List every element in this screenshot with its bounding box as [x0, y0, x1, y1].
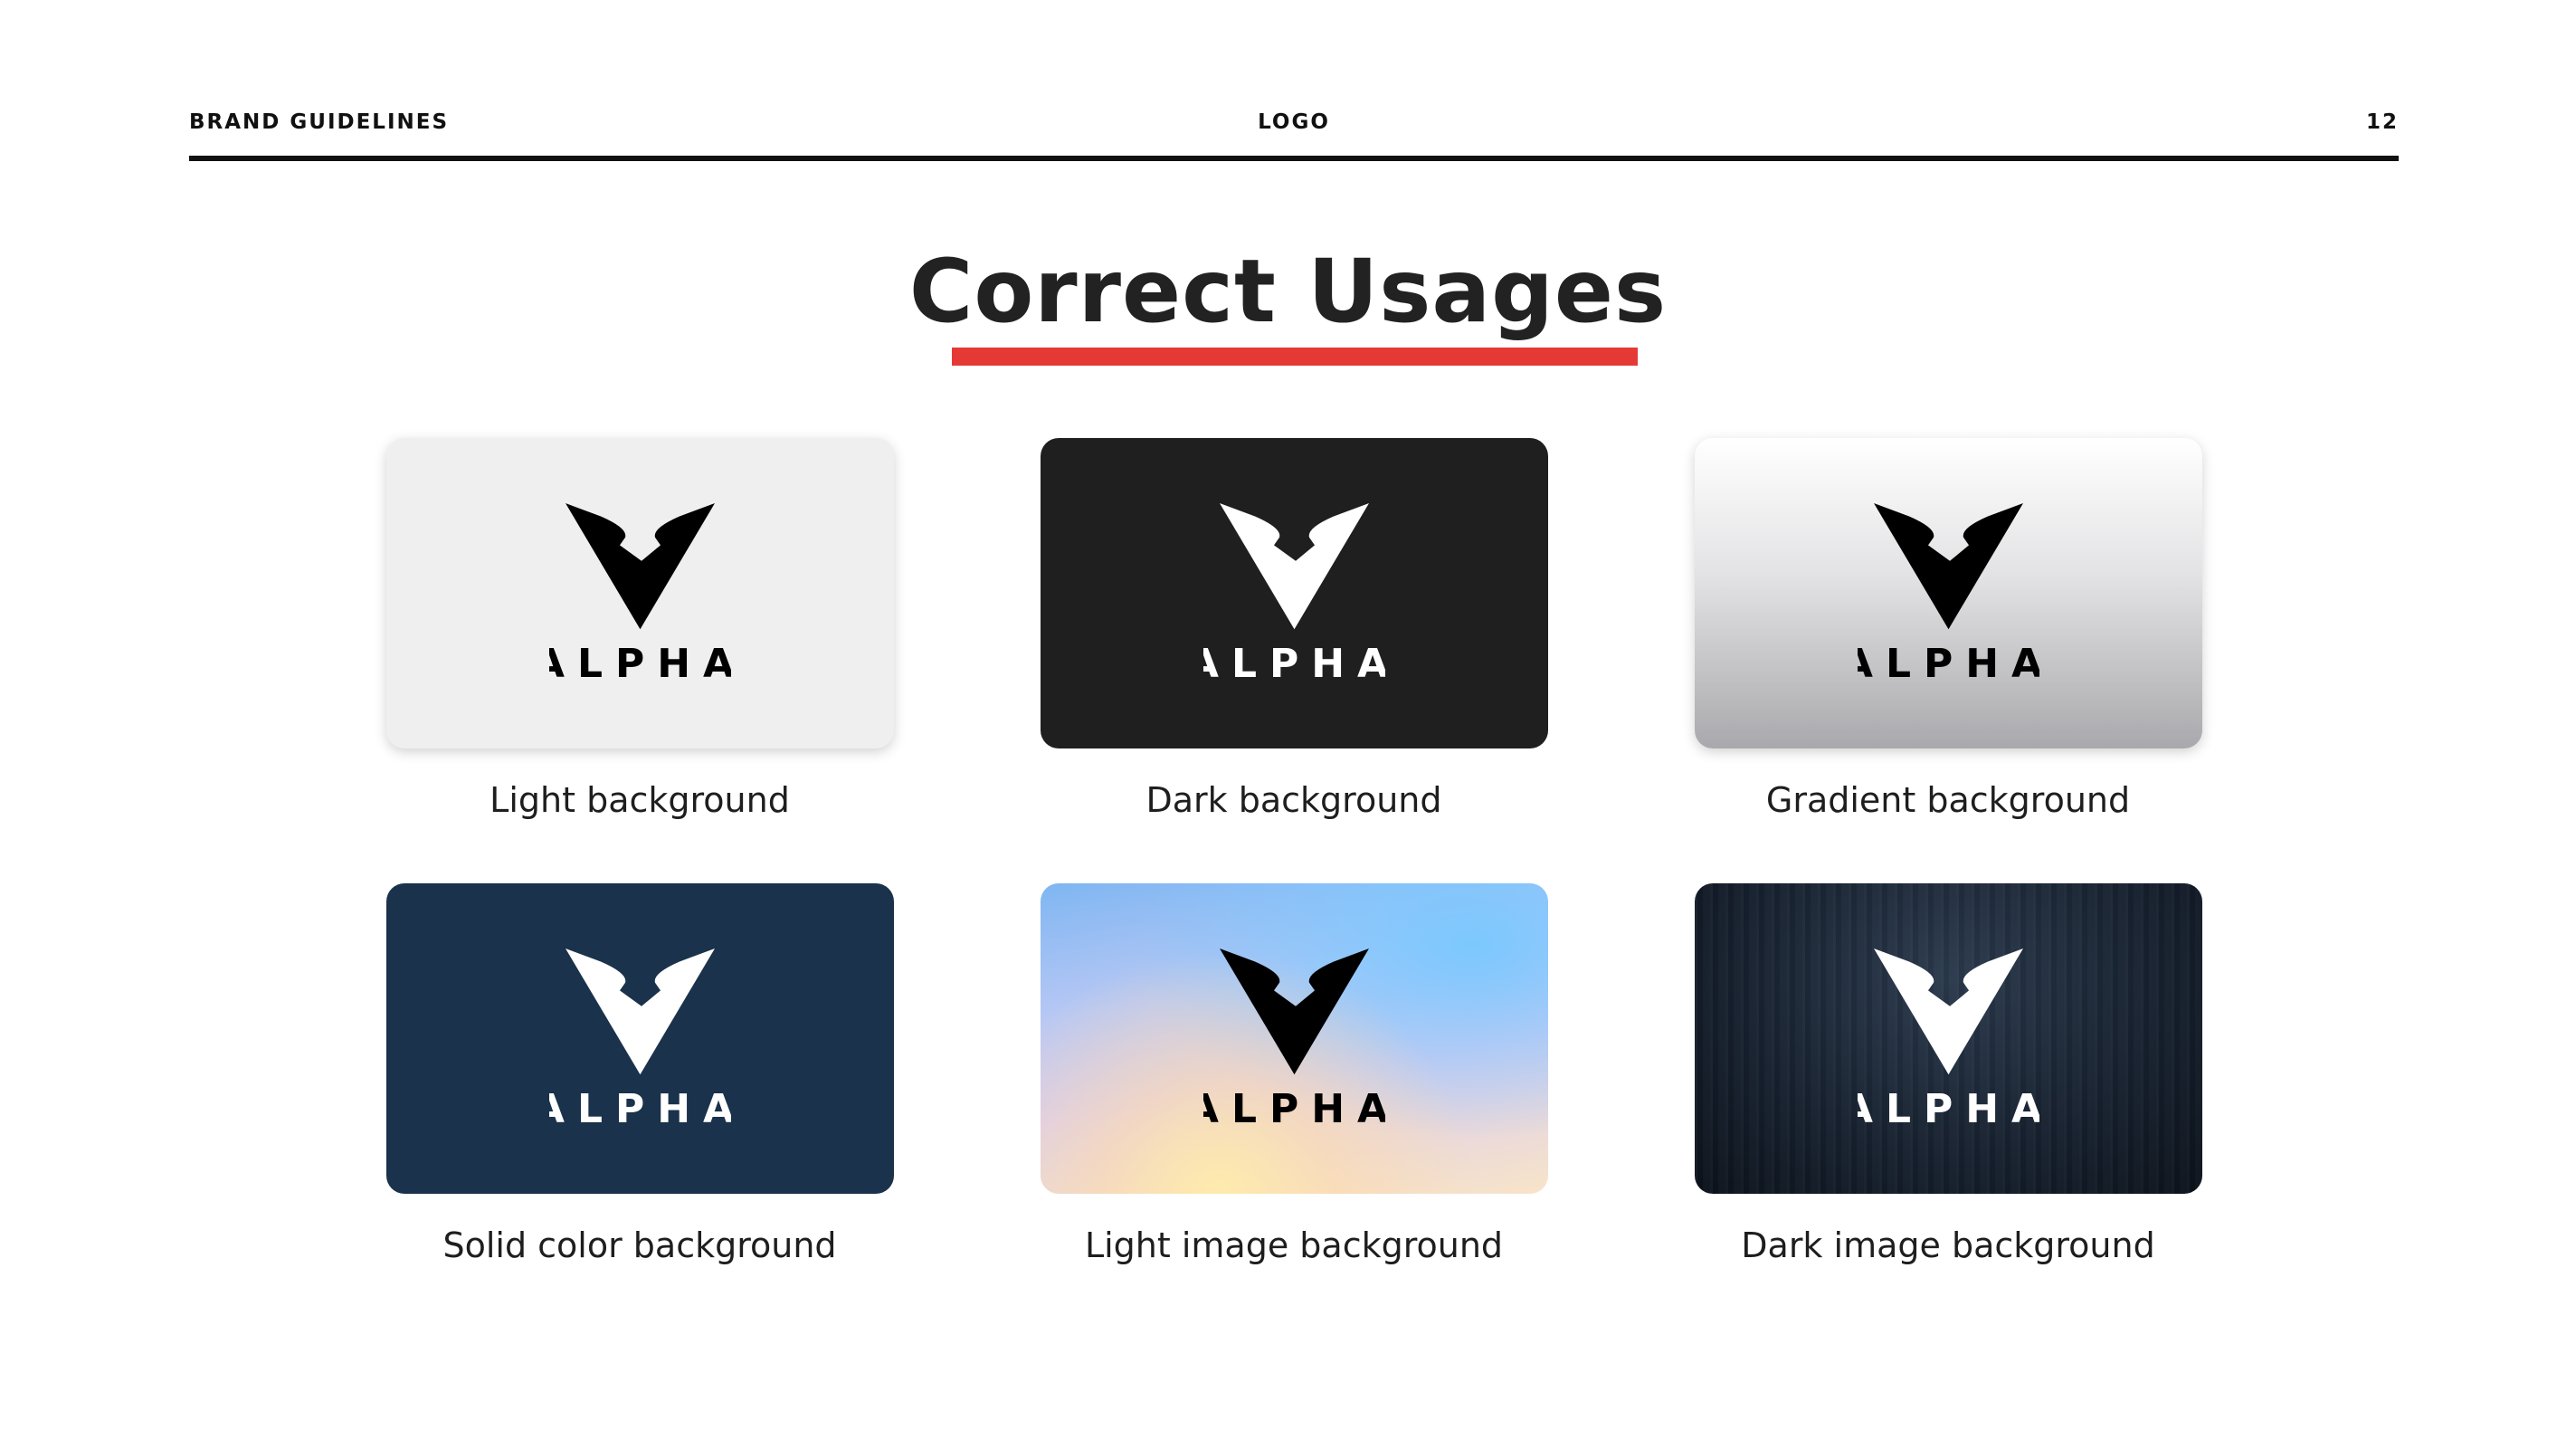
- title-container: Correct Usages: [0, 237, 2576, 346]
- page-header: BRAND GUIDELINES LOGO 12: [189, 105, 2399, 161]
- page-title: Correct Usages: [908, 241, 1668, 342]
- usage-card-gradient: ALPHA: [1695, 438, 2202, 748]
- alpha-v-logo-icon: ALPHA: [549, 503, 731, 684]
- alpha-v-logo-icon: ALPHA: [1203, 503, 1385, 684]
- alpha-v-logo-icon: ALPHA: [549, 949, 731, 1130]
- card-caption: Gradient background: [1765, 780, 2131, 820]
- logo-wordmark: ALPHA: [1203, 641, 1385, 684]
- title-underline: [952, 348, 1638, 366]
- logo-wordmark: ALPHA: [1203, 1086, 1385, 1130]
- logo-wordmark: ALPHA: [1858, 641, 2039, 684]
- header-chapter-label: LOGO: [1258, 110, 1330, 134]
- usage-card-dark-image: ALPHA: [1695, 883, 2202, 1194]
- card-caption: Light background: [490, 780, 790, 820]
- page-number: 12: [2365, 110, 2399, 134]
- card-caption: Dark background: [1145, 780, 1442, 820]
- usage-card-dark: ALPHA: [1041, 438, 1548, 748]
- usage-card-light: ALPHA: [386, 438, 894, 748]
- card-caption: Dark image background: [1741, 1225, 2155, 1265]
- alpha-v-logo-icon: ALPHA: [1858, 503, 2039, 684]
- card-caption: Solid color background: [442, 1225, 837, 1265]
- logo-wordmark: ALPHA: [1858, 1086, 2039, 1130]
- usage-card-light-image: ALPHA: [1041, 883, 1548, 1194]
- alpha-v-logo-icon: ALPHA: [1203, 949, 1385, 1130]
- card-caption: Light image background: [1084, 1225, 1504, 1265]
- alpha-v-logo-icon: ALPHA: [1858, 949, 2039, 1130]
- logo-wordmark: ALPHA: [549, 641, 731, 684]
- usage-card-solid-color: ALPHA: [386, 883, 894, 1194]
- logo-wordmark: ALPHA: [549, 1086, 731, 1130]
